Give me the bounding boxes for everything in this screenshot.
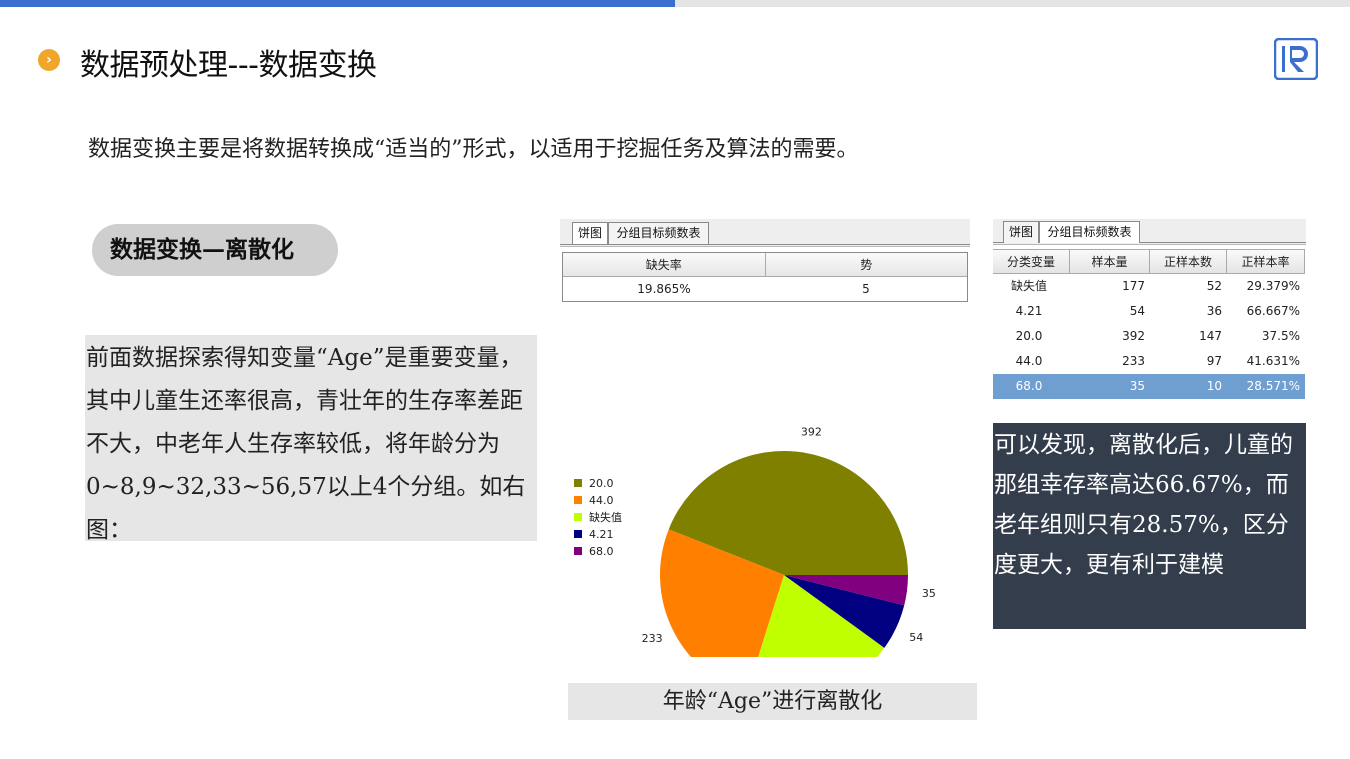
table-row-selected[interactable]: 68.0 35 10 28.571%	[993, 374, 1305, 399]
cell-positive-count: 52	[1206, 279, 1222, 293]
cell-positive-rate: 41.631%	[1246, 354, 1300, 368]
cell-sample-size: 54	[1129, 304, 1145, 318]
legend-label: 缺失值	[589, 510, 622, 524]
cell-category: 44.0	[1015, 354, 1043, 368]
intro-text: 数据变换主要是将数据转换成“适当的”形式，以适用于挖掘任务及算法的需要。	[88, 137, 859, 162]
cell-sample-size: 392	[1122, 329, 1145, 343]
legend-label: 4.21	[589, 528, 614, 541]
cell-positive-rate: 29.379%	[1246, 279, 1300, 293]
paragraph-text: 前面数据探索得知变量“Age”是重要变量，其中儿童生还率很高，青壮年的生存率差距…	[86, 345, 526, 543]
cell-positive-count: 10	[1206, 379, 1222, 393]
cell-positive-count: 147	[1199, 329, 1222, 343]
cell-positive-rate: 28.571%	[1246, 379, 1300, 393]
slice-value-label: 54	[909, 631, 923, 644]
legend-swatch	[574, 496, 582, 504]
legend-swatch	[574, 547, 582, 555]
legend-label: 20.0	[589, 477, 614, 490]
cell-sample-size: 233	[1122, 354, 1145, 368]
slice-value-label: 35	[922, 587, 936, 600]
section-label: 数据变换—离散化	[92, 224, 338, 276]
top-gray-bar	[675, 0, 1350, 7]
header-category[interactable]: 分类变量	[993, 249, 1070, 274]
top-accent-bar	[0, 0, 675, 7]
pie-chart: 392233177543520.044.0缺失值4.2168.0	[574, 426, 936, 657]
legend-swatch	[574, 530, 582, 538]
legend-label: 68.0	[589, 545, 614, 558]
tab-pie-chart[interactable]: 饼图	[1003, 221, 1039, 243]
table-row[interactable]: 44.0 233 97 41.631%	[993, 349, 1305, 374]
slice-value-label: 392	[801, 426, 822, 439]
legend-label: 44.0	[589, 494, 614, 507]
cell-sample-size: 177	[1122, 279, 1145, 293]
cell-positive-rate: 66.667%	[1246, 304, 1300, 318]
frequency-table: 分类变量 样本量 正样本数 正样本率 缺失值 177 52 29.379% 4.…	[993, 249, 1305, 399]
cell-sample-size: 35	[1129, 379, 1145, 393]
header-positive-count[interactable]: 正样本数	[1150, 249, 1227, 274]
legend-swatch	[574, 479, 582, 487]
pie-chart-panel: 饼图 分组目标频数表 缺失率 势 19.865% 5 3922331775435…	[560, 219, 970, 657]
header-positive-rate[interactable]: 正样本率	[1227, 249, 1305, 274]
cell-category: 68.0	[1015, 379, 1043, 393]
header-sample-size[interactable]: 样本量	[1070, 249, 1150, 274]
cell-positive-rate: 37.5%	[1261, 329, 1300, 343]
page-title: 数据预处理---数据变换	[80, 48, 377, 83]
cell-category: 4.21	[1015, 304, 1043, 318]
frequency-table-panel: 饼图 分组目标频数表 分类变量 样本量 正样本数 正样本率 缺失值 177 52…	[993, 219, 1306, 399]
table-row[interactable]: 缺失值 177 52 29.379%	[993, 274, 1305, 299]
cell-category: 20.0	[1015, 329, 1043, 343]
cell-positive-count: 97	[1206, 354, 1222, 368]
cell-positive-count: 36	[1206, 304, 1222, 318]
slice-value-label: 233	[642, 632, 663, 645]
table-row[interactable]: 20.0 392 147 37.5%	[993, 324, 1305, 349]
tab-frequency-table[interactable]: 分组目标频数表	[1039, 221, 1140, 243]
conclusion-text: 可以发现，离散化后，儿童的那组幸存率高达66.67%，而老年组则只有28.57%…	[994, 432, 1293, 578]
cell-category: 缺失值	[1010, 279, 1047, 293]
chevron-right-icon: ›	[38, 49, 60, 71]
r-logo-icon	[1274, 38, 1318, 80]
chart-caption: 年龄“Age”进行离散化	[568, 683, 977, 720]
table-header: 分类变量 样本量 正样本数 正样本率	[993, 249, 1305, 274]
table-row[interactable]: 4.21 54 36 66.667%	[993, 299, 1305, 324]
legend-swatch	[574, 513, 582, 521]
